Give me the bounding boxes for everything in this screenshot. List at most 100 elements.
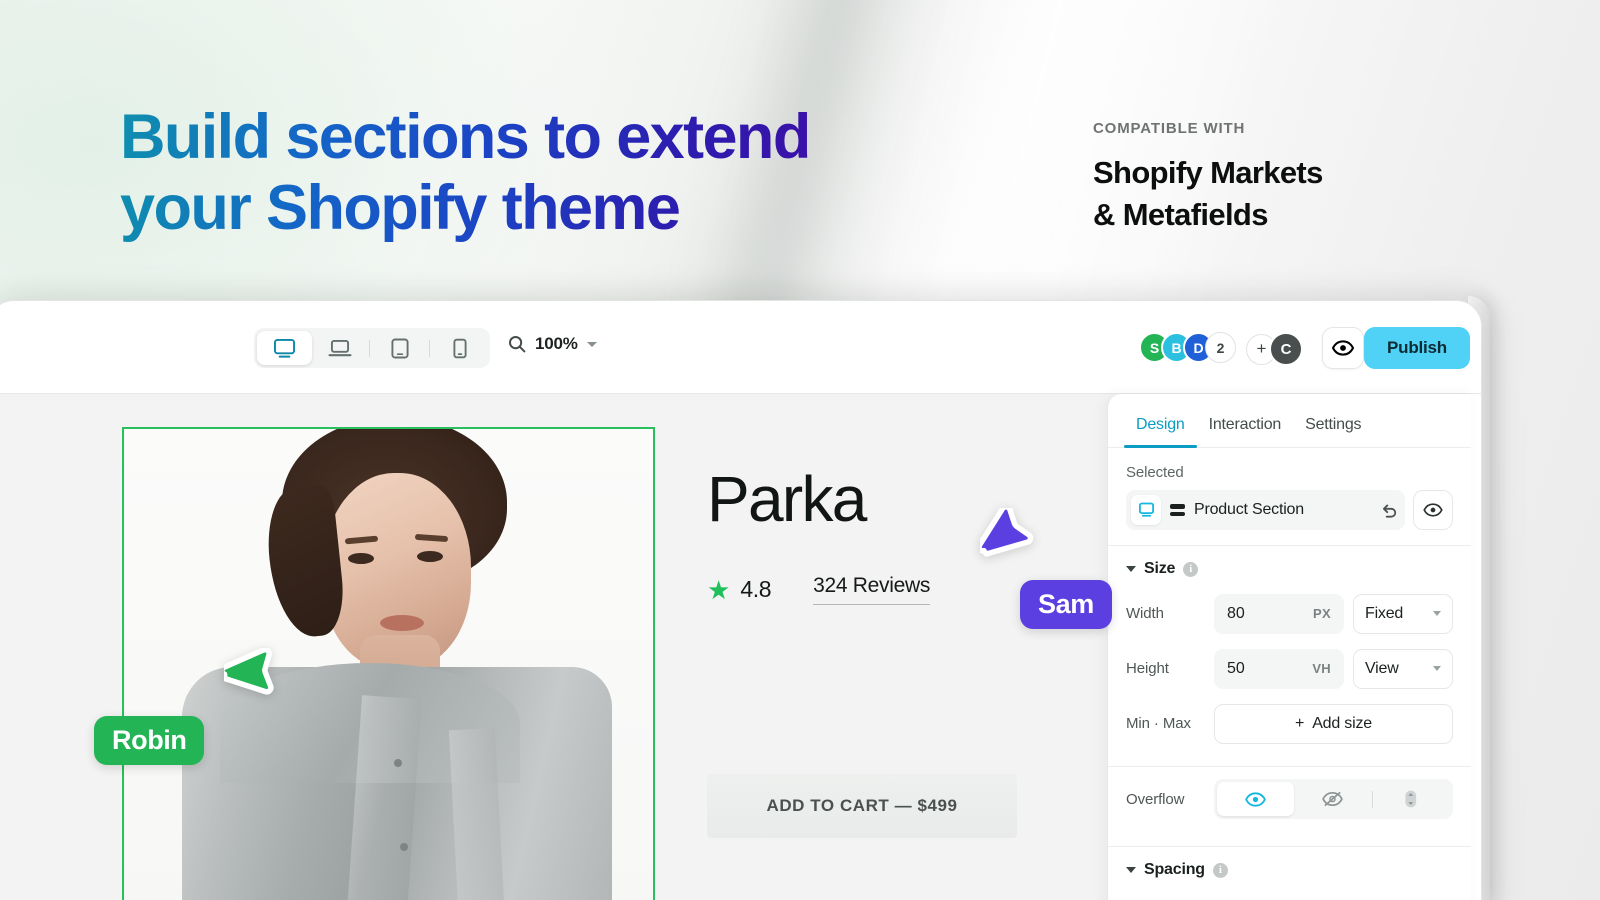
add-size-label: Add size xyxy=(1312,714,1372,732)
selected-element-name: Product Section xyxy=(1194,501,1304,518)
plus-icon: + xyxy=(1256,339,1267,358)
device-button-mobile[interactable] xyxy=(432,331,487,365)
section-title: Spacing xyxy=(1144,861,1205,878)
width-label: Width xyxy=(1126,605,1164,622)
avatar-overflow-count[interactable]: 2 xyxy=(1205,332,1236,363)
panel-content: Selected Product Section Size i Width 80… xyxy=(1108,448,1471,887)
photo-eye-left xyxy=(348,553,374,564)
reset-icon[interactable] xyxy=(1380,503,1397,518)
selected-section-outline[interactable] xyxy=(122,427,655,900)
editor-toolbar: 100% S B D 2 + C Publish xyxy=(0,301,1481,394)
product-title: Parka xyxy=(707,463,867,535)
zoom-control[interactable]: 100% xyxy=(508,334,597,354)
overflow-option-hidden[interactable] xyxy=(1294,782,1371,816)
page-title: Build sections to extend your Shopify th… xyxy=(120,102,811,243)
selected-label: Selected xyxy=(1126,464,1184,481)
overflow-option-scroll[interactable] xyxy=(1373,782,1450,816)
chevron-down-icon xyxy=(1433,611,1441,616)
info-icon[interactable]: i xyxy=(1212,862,1228,878)
height-label: Height xyxy=(1126,660,1169,677)
product-image xyxy=(124,429,653,900)
add-collaborator-group: + C xyxy=(1246,332,1303,366)
device-separator-1 xyxy=(369,339,370,357)
add-size-button[interactable]: + Add size xyxy=(1214,703,1453,744)
tablet-icon xyxy=(390,338,409,358)
photo-lips xyxy=(380,615,424,631)
device-button-desktop[interactable] xyxy=(257,331,312,365)
tab-settings[interactable]: Settings xyxy=(1293,416,1373,447)
photo-coat-button xyxy=(394,759,402,767)
desktop-icon xyxy=(1131,495,1161,525)
reviews-link[interactable]: 324 Reviews xyxy=(813,574,930,605)
collaborator-cursor-sam: Sam xyxy=(980,508,1112,629)
property-row-overflow: Overflow xyxy=(1126,767,1453,831)
cursor-label: Sam xyxy=(1020,580,1112,629)
section-title: Size xyxy=(1144,560,1176,577)
plus-icon: + xyxy=(1295,714,1305,732)
height-mode-select[interactable]: View xyxy=(1353,648,1453,689)
height-value: 50 xyxy=(1227,659,1245,677)
laptop-icon xyxy=(328,339,351,356)
cursor-pointer-icon xyxy=(224,648,274,695)
panel-tab-bar: Design Interaction Settings xyxy=(1108,394,1471,448)
selected-element-chip[interactable]: Product Section xyxy=(1126,490,1405,530)
property-row-width: Width 80 PX Fixed xyxy=(1126,586,1453,641)
preview-button[interactable] xyxy=(1322,327,1364,369)
chevron-down-icon xyxy=(1126,566,1136,572)
section-header-size[interactable]: Size i xyxy=(1126,546,1453,586)
width-unit: PX xyxy=(1313,606,1331,621)
width-input[interactable]: 80 PX xyxy=(1214,593,1344,634)
device-button-laptop[interactable] xyxy=(312,331,367,365)
width-mode-select[interactable]: Fixed xyxy=(1353,593,1453,634)
avatar-initial: S xyxy=(1149,339,1160,356)
width-mode-value: Fixed xyxy=(1365,604,1404,622)
app-window: 100% S B D 2 + C Publish Parka ★ 4.8 324… xyxy=(0,300,1482,900)
photo-coat-button xyxy=(400,843,408,851)
overflow-segmented-control xyxy=(1214,779,1453,819)
photo-eye-right xyxy=(417,551,443,562)
product-rating: ★ 4.8 324 Reviews xyxy=(707,574,930,605)
add-to-cart-button[interactable]: ADD TO CART — $499 xyxy=(707,774,1017,838)
chevron-down-icon xyxy=(586,341,597,347)
overflow-label: Overflow xyxy=(1126,790,1185,808)
section-header-spacing[interactable]: Spacing i xyxy=(1126,847,1453,887)
desktop-icon xyxy=(274,338,295,358)
scroll-icon xyxy=(1405,790,1417,808)
property-row-minmax: Min · Max + Add size xyxy=(1126,696,1453,751)
tab-design[interactable]: Design xyxy=(1124,416,1197,448)
eye-icon xyxy=(1332,340,1354,356)
device-separator-2 xyxy=(429,339,430,357)
properties-panel: Design Interaction Settings Selected Pro… xyxy=(1107,394,1471,900)
compatible-with-value: Shopify Markets & Metafields xyxy=(1093,155,1323,232)
rating-value: 4.8 xyxy=(740,576,772,602)
selected-element-row: Product Section xyxy=(1126,490,1453,530)
avatar-initial: 2 xyxy=(1216,339,1225,356)
property-row-height: Height 50 VH View xyxy=(1126,641,1453,696)
width-value: 80 xyxy=(1227,604,1245,622)
device-switcher xyxy=(254,328,490,368)
hero-section: Build sections to extend your Shopify th… xyxy=(0,0,1600,300)
avatar-initial: D xyxy=(1193,339,1204,356)
toggle-visibility-button[interactable] xyxy=(1413,490,1453,530)
height-unit: VH xyxy=(1312,661,1331,676)
section-icon xyxy=(1170,504,1185,516)
chevron-down-icon xyxy=(1433,666,1441,671)
info-icon[interactable]: i xyxy=(1183,561,1199,577)
compatible-with-label: COMPATIBLE WITH xyxy=(1093,120,1246,137)
collaborator-avatars: S B D 2 xyxy=(1139,332,1236,363)
eye-icon xyxy=(1423,503,1443,517)
minmax-label: Min · Max xyxy=(1126,715,1191,732)
eye-icon xyxy=(1245,791,1267,807)
canvas-page: Parka ★ 4.8 324 Reviews ADD TO CART — $4… xyxy=(0,394,1119,900)
chevron-down-icon xyxy=(1126,867,1136,873)
tab-interaction[interactable]: Interaction xyxy=(1197,416,1294,447)
publish-button[interactable]: Publish xyxy=(1364,327,1470,369)
avatar-initial: C xyxy=(1280,340,1292,358)
collaborator-cursor-robin: Robin xyxy=(94,648,282,765)
height-mode-value: View xyxy=(1365,659,1399,677)
overflow-option-visible[interactable] xyxy=(1217,782,1295,816)
device-button-tablet[interactable] xyxy=(372,331,427,365)
height-input[interactable]: 50 VH xyxy=(1214,648,1344,689)
editor-canvas[interactable]: Parka ★ 4.8 324 Reviews ADD TO CART — $4… xyxy=(0,394,1119,900)
current-user-avatar[interactable]: C xyxy=(1269,332,1303,366)
